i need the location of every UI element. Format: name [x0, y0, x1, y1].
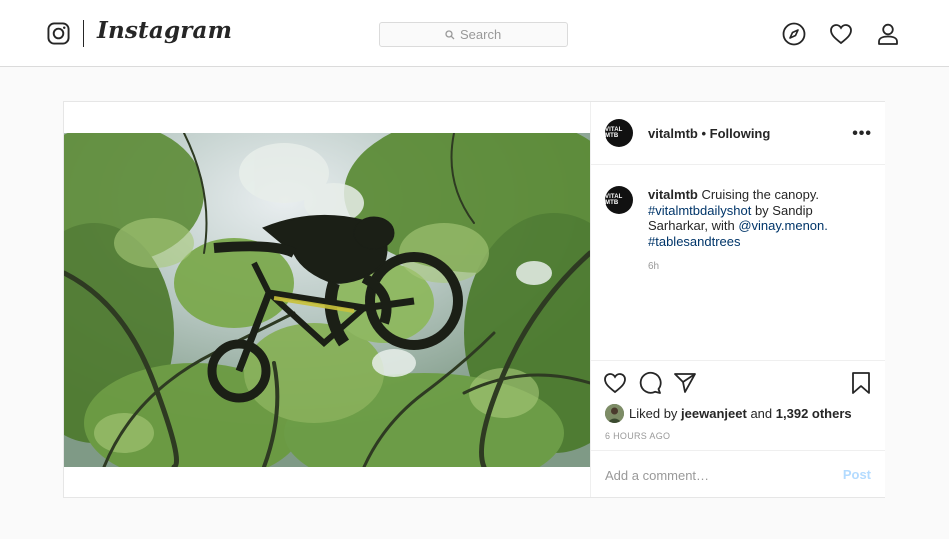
caption-username[interactable]: vitalmtb [648, 187, 698, 202]
caption-author-avatar[interactable]: VITAL MTB [605, 186, 633, 214]
hashtag-link[interactable]: #tablesandtrees [648, 234, 741, 249]
avatar-logo-text: VITAL MTB [605, 194, 623, 206]
post-comment-button[interactable]: Post [843, 467, 871, 482]
author-avatar[interactable]: VITAL MTB [605, 119, 633, 147]
post-photo-image[interactable] [64, 133, 590, 467]
post-timestamp[interactable]: 6 HOURS AGO [605, 431, 670, 441]
caption: vitalmtb Cruising the canopy. #vitalmtbd… [648, 187, 848, 249]
logo-divider [83, 20, 84, 47]
save-bookmark-icon[interactable] [849, 371, 873, 395]
author-username[interactable]: vitalmtb [648, 126, 698, 141]
post-header: VITAL MTB vitalmtb • Following ••• [591, 102, 885, 165]
hashtag-link[interactable]: #vitalmtbdailyshot [648, 203, 751, 218]
top-navigation-bar: Instagram [0, 0, 949, 67]
following-button[interactable]: Following [710, 126, 771, 141]
search-icon [445, 29, 455, 39]
comment-section: Post [591, 450, 885, 498]
share-icon[interactable] [673, 371, 697, 395]
likes-summary: Liked by jeewanjeet and 1,392 others [605, 404, 852, 423]
others-count[interactable]: 1,392 others [776, 406, 852, 421]
search-box[interactable] [379, 22, 568, 47]
mention-link[interactable]: @vinay.menon. [738, 218, 828, 233]
comment-icon[interactable] [638, 371, 662, 395]
heart-icon[interactable] [829, 22, 853, 46]
add-comment-input[interactable] [605, 466, 815, 484]
header-author-line: vitalmtb • Following [648, 126, 770, 141]
like-heart-icon[interactable] [603, 371, 627, 395]
post-card: VITAL MTB vitalmtb • Following ••• VITAL… [63, 101, 885, 498]
more-options-icon[interactable]: ••• [852, 125, 872, 143]
separator-dot: • [701, 126, 707, 141]
compass-icon[interactable] [782, 22, 806, 46]
liked-by-label: Liked by [629, 406, 678, 421]
post-sidebar: VITAL MTB vitalmtb • Following ••• VITAL… [590, 102, 885, 497]
liker-username[interactable]: jeewanjeet [681, 406, 747, 421]
post-media [64, 102, 590, 497]
caption-text: Cruising the canopy. [701, 187, 820, 202]
post-actions: Liked by jeewanjeet and 1,392 others 6 H… [591, 360, 885, 451]
avatar-logo-text: VITAL MTB [605, 127, 623, 139]
profile-icon[interactable] [876, 22, 900, 46]
caption-time[interactable]: 6h [648, 261, 659, 272]
likes-and-label: and [750, 406, 773, 421]
search-input[interactable] [460, 27, 502, 42]
instagram-glyph-icon[interactable] [47, 22, 70, 45]
liker-avatar[interactable] [605, 404, 624, 423]
instagram-wordmark[interactable]: Instagram [97, 17, 232, 44]
